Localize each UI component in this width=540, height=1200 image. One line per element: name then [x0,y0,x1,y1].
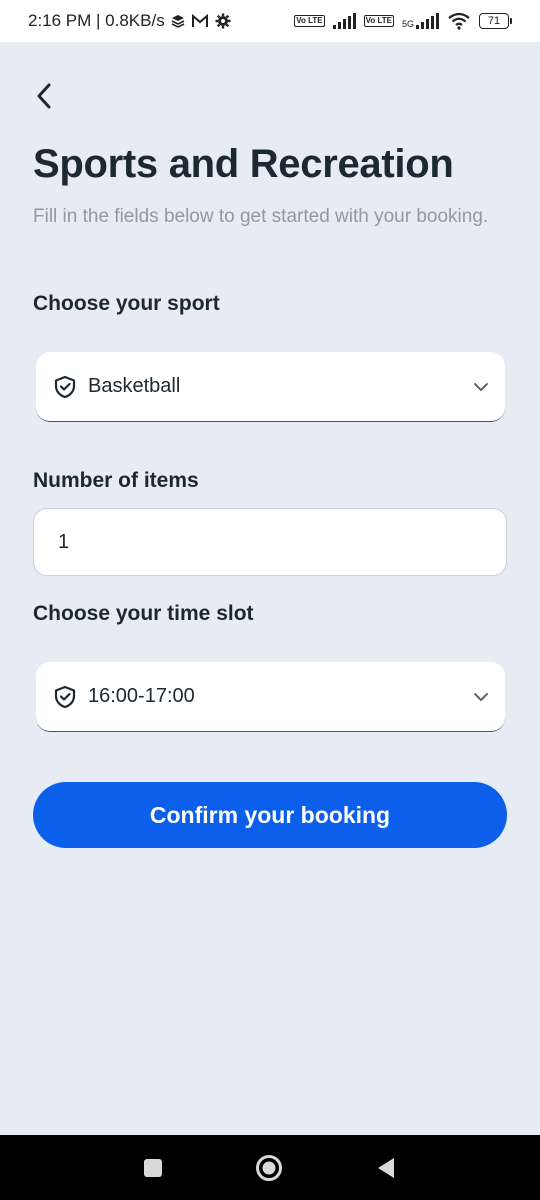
volte-sim1-badge: Vo LTE [294,15,325,27]
signal-sim2-icon [416,13,439,29]
circle-home-icon [256,1154,282,1181]
status-bar: 2:16 PM | 0.8KB/s Vo LTE Vo LTE 5G 71 [0,0,540,42]
battery-level: 71 [479,13,509,29]
triangle-back-icon [378,1157,394,1178]
confirm-booking-button[interactable]: Confirm your booking [33,782,507,848]
network-type-label: 5G [401,19,414,29]
shield-check-icon [54,685,76,708]
back-button[interactable] [26,76,62,116]
timeslot-label: Choose your time slot [33,602,254,625]
settings-gear-icon [215,13,231,29]
wifi-icon [447,12,471,30]
battery-icon: 71 [479,13,512,29]
sport-select-value: Basketball [88,375,181,397]
sport-label: Choose your sport [33,292,220,315]
timeslot-select[interactable]: 16:00-17:00 [36,662,505,732]
items-label: Number of items [33,469,199,492]
volte-sim2-badge: Vo LTE [363,15,394,27]
status-left: 2:16 PM | 0.8KB/s [28,11,231,31]
page-subtitle: Fill in the fields below to get started … [33,206,489,227]
square-icon [144,1158,162,1177]
recents-button[interactable] [143,1158,163,1178]
system-nav-bar [0,1135,540,1200]
shield-check-icon [54,375,76,398]
back-nav-button[interactable] [376,1157,396,1179]
sport-select[interactable]: Basketball [36,352,505,422]
status-right: Vo LTE Vo LTE 5G 71 [294,12,512,30]
page-title: Sports and Recreation [33,142,454,186]
signal-sim1-icon [332,13,356,29]
items-input[interactable] [33,508,507,576]
status-time: 2:16 PM | 0.8KB/s [28,11,165,30]
timeslot-select-value: 16:00-17:00 [88,685,195,707]
home-button[interactable] [255,1154,283,1182]
chevron-left-icon [37,83,51,109]
gmail-icon [191,14,209,28]
chevron-down-icon [473,692,489,702]
layers-icon [171,14,185,28]
chevron-down-icon [473,382,489,392]
signal-sim2-group: 5G [402,13,439,29]
